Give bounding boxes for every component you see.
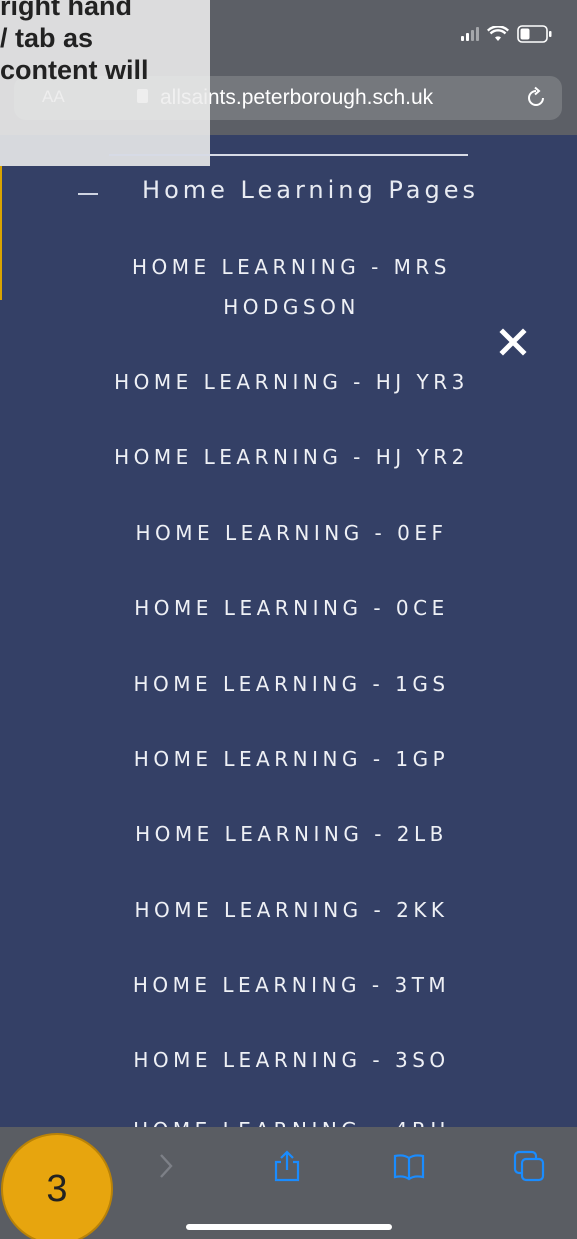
menu-item[interactable]: HOME LEARNING - 2KK	[0, 890, 577, 930]
overlay-line: / tab as	[0, 23, 94, 53]
menu-item[interactable]: HOME LEARNING - 1GS	[0, 664, 577, 704]
wifi-icon	[487, 26, 509, 41]
menu-item[interactable]: HOME LEARNING - MRS	[0, 247, 577, 287]
signal-icon	[461, 27, 479, 41]
step-number-badge: 3	[1, 1133, 113, 1239]
forward-icon[interactable]	[148, 1149, 182, 1183]
home-indicator[interactable]	[186, 1224, 392, 1230]
close-icon[interactable]	[497, 326, 529, 358]
menu-item[interactable]: HOME LEARNING - 0EF	[0, 513, 577, 553]
menu-section-title[interactable]: Home Learning Pages	[0, 176, 577, 204]
share-icon[interactable]	[270, 1149, 304, 1183]
overlay-line: right hand	[0, 0, 132, 21]
menu-item[interactable]: HOME LEARNING - 1GP	[0, 739, 577, 779]
menu-item[interactable]: HOME LEARNING - 2LB	[0, 814, 577, 854]
battery-icon	[517, 25, 552, 43]
menu-item[interactable]: HOME LEARNING - 0CE	[0, 588, 577, 628]
bookmarks-icon[interactable]	[392, 1149, 426, 1183]
menu-divider	[109, 154, 468, 156]
overlay-line: content will	[0, 55, 149, 85]
instruction-overlay: right hand / tab as content will	[0, 0, 210, 166]
menu-item[interactable]: HOME LEARNING - HJ YR3	[0, 362, 577, 402]
menu-item[interactable]: HOME LEARNING - 3SO	[0, 1040, 577, 1080]
reload-icon[interactable]	[524, 86, 548, 110]
status-icons	[461, 22, 553, 46]
menu-item[interactable]: HODGSON	[0, 287, 577, 327]
tabs-icon[interactable]	[512, 1149, 546, 1183]
menu-item[interactable]: HOME LEARNING - HJ YR2	[0, 437, 577, 477]
menu-item[interactable]: HOME LEARNING - 3TM	[0, 965, 577, 1005]
